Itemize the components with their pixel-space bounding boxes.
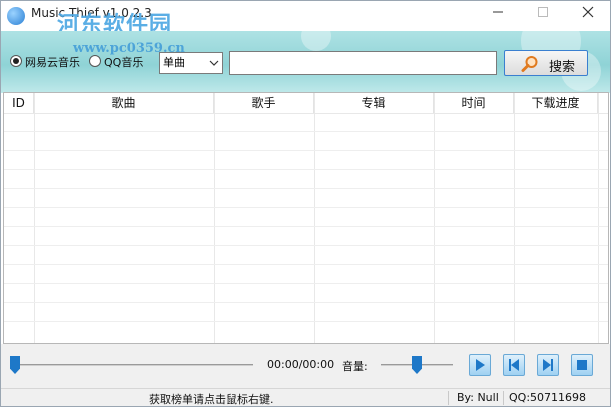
stop-icon	[577, 360, 587, 370]
search-button[interactable]: 搜索	[504, 50, 588, 76]
maximize-button[interactable]	[521, 1, 565, 29]
table-row	[4, 207, 608, 208]
playback-progress-thumb[interactable]	[10, 356, 20, 374]
status-qq: QQ:50711698	[509, 391, 587, 404]
play-icon	[476, 359, 485, 371]
close-button[interactable]	[566, 1, 610, 29]
table-row	[4, 226, 608, 227]
search-icon	[521, 56, 538, 72]
column-header-song[interactable]: 歌曲	[34, 93, 214, 113]
table-row	[4, 321, 608, 322]
table-row	[4, 302, 608, 303]
column-header-time[interactable]: 时间	[434, 93, 514, 113]
playback-time: 00:00/00:00	[267, 358, 335, 371]
banner-decoration	[301, 31, 331, 51]
column-header-album[interactable]: 专辑	[314, 93, 434, 113]
status-hint: 获取榜单请点击鼠标右键.	[149, 393, 274, 406]
radio-netease-label[interactable]: 网易云音乐	[25, 54, 80, 70]
search-button-label: 搜索	[549, 60, 576, 75]
next-button[interactable]	[537, 354, 559, 376]
stop-button[interactable]	[571, 354, 593, 376]
minimize-icon	[493, 11, 503, 13]
results-table[interactable]: ID 歌曲 歌手 专辑 时间 下载进度	[3, 92, 609, 344]
close-icon	[582, 6, 594, 18]
table-row	[4, 188, 608, 189]
player-bar: 00:00/00:00 音量:	[1, 344, 610, 388]
status-bar: 获取榜单请点击鼠标右键. By: Null QQ:50711698	[1, 388, 610, 406]
table-row	[4, 169, 608, 170]
table-row	[4, 264, 608, 265]
minimize-button[interactable]	[476, 1, 520, 29]
search-banner: 网易云音乐 QQ音乐 单曲 搜索 www.pc0359.cn	[1, 31, 610, 93]
table-row	[4, 283, 608, 284]
playback-progress-track[interactable]	[15, 364, 253, 366]
maximize-icon	[538, 7, 548, 17]
volume-thumb[interactable]	[412, 356, 422, 374]
column-header-id[interactable]: ID	[4, 93, 34, 113]
search-type-value: 单曲	[163, 56, 185, 69]
previous-button[interactable]	[503, 354, 525, 376]
radio-netease[interactable]	[10, 55, 22, 67]
volume-label: 音量:	[342, 360, 368, 373]
column-header-artist[interactable]: 歌手	[214, 93, 314, 113]
app-logo-icon	[7, 7, 25, 25]
search-input[interactable]	[229, 51, 497, 75]
header-divider	[4, 113, 608, 114]
chevron-down-icon	[209, 53, 219, 81]
status-divider	[503, 391, 504, 405]
title-bar: Music Thief v1.0.2.3 河东软件园	[1, 1, 610, 38]
previous-icon	[509, 359, 519, 371]
watermark-url: www.pc0359.cn	[73, 41, 185, 56]
table-row	[4, 131, 608, 132]
play-button[interactable]	[469, 354, 491, 376]
app-window: Music Thief v1.0.2.3 河东软件园 网易云音乐 QQ音乐 单曲	[0, 0, 611, 407]
table-row	[4, 245, 608, 246]
next-icon	[543, 359, 553, 371]
radio-qq-label[interactable]: QQ音乐	[104, 54, 143, 70]
table-row	[4, 150, 608, 151]
radio-qq[interactable]	[89, 55, 101, 67]
status-author: By: Null	[457, 391, 499, 404]
status-divider	[448, 391, 449, 405]
column-header-progress[interactable]: 下载进度	[514, 93, 598, 113]
